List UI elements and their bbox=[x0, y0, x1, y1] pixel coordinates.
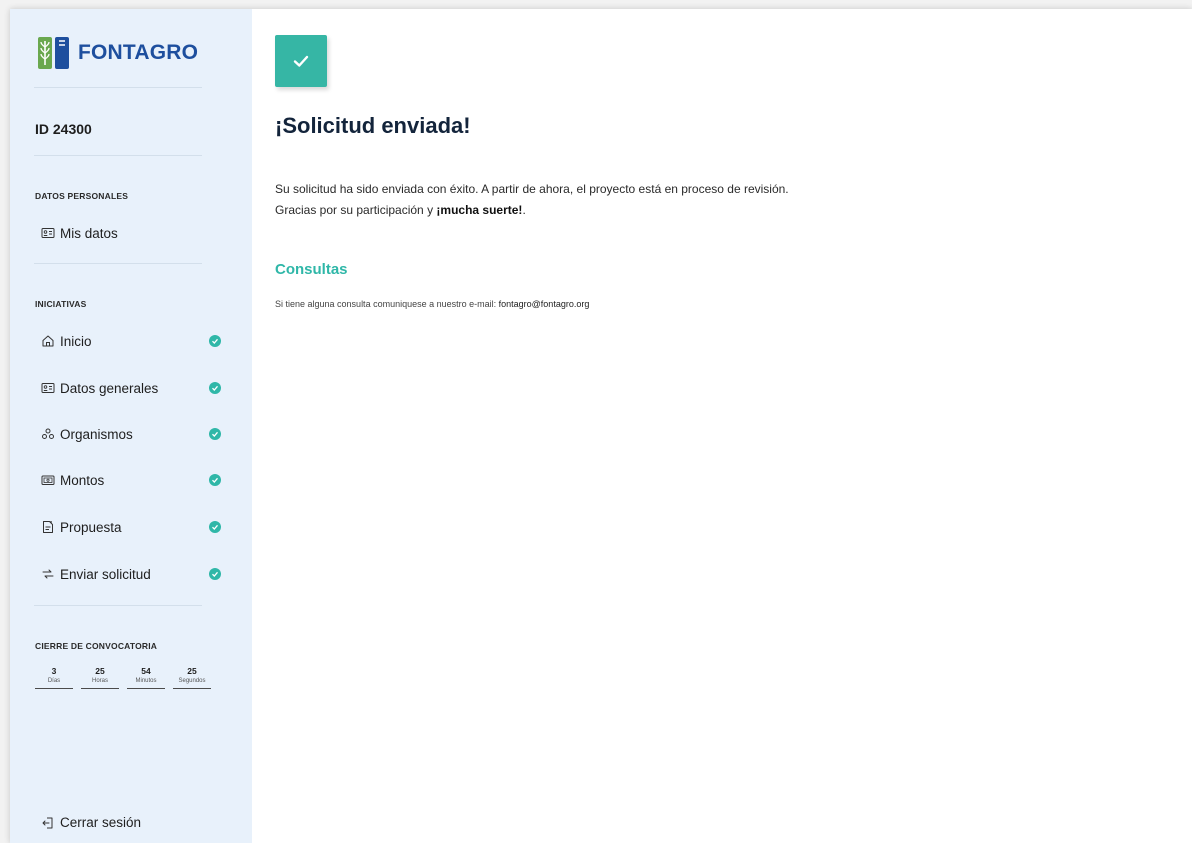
section-title-initiatives: INICIATIVAS bbox=[35, 299, 87, 309]
section-title-personal: DATOS PERSONALES bbox=[35, 191, 129, 201]
main-content: ¡Solicitud enviada! Su solicitud ha sido… bbox=[252, 9, 1192, 843]
completed-check-icon bbox=[209, 382, 221, 394]
completed-check-icon bbox=[209, 335, 221, 347]
message-line-2-bold: ¡mucha suerte! bbox=[436, 203, 523, 217]
app-window: FONTAGRO ID 24300 DATOS PERSONALES Mis d… bbox=[10, 9, 1192, 843]
home-icon bbox=[42, 335, 54, 347]
sidebar-item-datos-generales[interactable]: Datos generales bbox=[41, 375, 221, 401]
document-icon bbox=[43, 521, 53, 533]
countdown-label: Minutos bbox=[135, 678, 157, 684]
sidebar-item-label: Organismos bbox=[60, 426, 133, 442]
countdown-label: Horas bbox=[91, 678, 108, 684]
completed-check-icon bbox=[209, 521, 221, 533]
contact-prefix: Si tiene alguna consulta comuniquese a n… bbox=[275, 299, 499, 309]
message-line-2-prefix: Gracias por su participación y bbox=[275, 203, 437, 217]
countdown-value: 25 bbox=[187, 666, 197, 676]
logout-button[interactable]: Cerrar sesión bbox=[41, 815, 141, 830]
organization-icon bbox=[42, 428, 54, 439]
divider bbox=[34, 87, 202, 88]
logout-icon bbox=[42, 817, 53, 828]
section-title-closing: CIERRE DE CONVOCATORIA bbox=[35, 641, 158, 651]
money-icon bbox=[41, 475, 55, 485]
contact-info: Si tiene alguna consulta comuniquese a n… bbox=[275, 299, 589, 309]
countdown-days: 3 Días bbox=[35, 666, 73, 689]
message-line-2-suffix: . bbox=[522, 203, 526, 217]
logout-label: Cerrar sesión bbox=[60, 815, 142, 830]
countdown-hours: 25 Horas bbox=[81, 666, 119, 689]
sidebar-item-label: Enviar solicitud bbox=[60, 566, 151, 582]
countdown-value: 25 bbox=[95, 666, 105, 676]
divider bbox=[34, 605, 202, 606]
sidebar-item-enviar-solicitud[interactable]: Enviar solicitud bbox=[41, 561, 221, 587]
sidebar-item-inicio[interactable]: Inicio bbox=[41, 328, 221, 354]
brand-name: FONTAGRO bbox=[78, 41, 199, 64]
contact-email-link[interactable]: fontagro@fontagro.org bbox=[499, 299, 590, 309]
completed-check-icon bbox=[209, 428, 221, 440]
id-card-icon bbox=[41, 383, 55, 393]
sidebar-item-label: Inicio bbox=[60, 333, 92, 349]
message-line-2: Gracias por su participación y ¡mucha su… bbox=[275, 200, 789, 221]
sidebar-item-label: Datos generales bbox=[60, 380, 159, 396]
id-card-icon bbox=[41, 228, 55, 238]
sidebar-item-organismos[interactable]: Organismos bbox=[41, 421, 221, 447]
success-message: Su solicitud ha sido enviada con éxito. … bbox=[275, 179, 789, 221]
completed-check-icon bbox=[209, 474, 221, 486]
consultas-heading: Consultas bbox=[275, 261, 348, 278]
countdown-label: Días bbox=[47, 678, 61, 684]
fontagro-logo-icon bbox=[38, 37, 69, 69]
message-line-1: Su solicitud ha sido enviada con éxito. … bbox=[275, 182, 789, 196]
divider bbox=[34, 263, 202, 264]
countdown-label: Segundos bbox=[178, 678, 206, 684]
project-id: ID 24300 bbox=[35, 121, 92, 137]
sidebar-item-montos[interactable]: Montos bbox=[41, 467, 221, 493]
countdown-value: 54 bbox=[141, 666, 151, 676]
sidebar-item-label: Mis datos bbox=[60, 225, 118, 241]
sidebar-item-propuesta[interactable]: Propuesta bbox=[41, 514, 221, 540]
countdown-timer: 3 Días 25 Horas 54 Minutos 25 Segundos bbox=[35, 666, 211, 689]
checkmark-icon bbox=[293, 55, 309, 67]
divider bbox=[34, 155, 202, 156]
completed-check-icon bbox=[209, 568, 221, 580]
sidebar-item-label: Propuesta bbox=[60, 519, 122, 535]
sidebar-item-mis-datos[interactable]: Mis datos bbox=[41, 220, 221, 246]
countdown-minutes: 54 Minutos bbox=[127, 666, 165, 689]
countdown-seconds: 25 Segundos bbox=[173, 666, 211, 689]
success-badge bbox=[275, 35, 327, 87]
send-icon bbox=[42, 569, 54, 579]
sidebar-item-label: Montos bbox=[60, 472, 105, 488]
sidebar: FONTAGRO ID 24300 DATOS PERSONALES Mis d… bbox=[10, 9, 252, 843]
countdown-value: 3 bbox=[51, 666, 57, 676]
page-title: ¡Solicitud enviada! bbox=[275, 113, 471, 138]
brand-logo[interactable]: FONTAGRO bbox=[38, 35, 198, 71]
